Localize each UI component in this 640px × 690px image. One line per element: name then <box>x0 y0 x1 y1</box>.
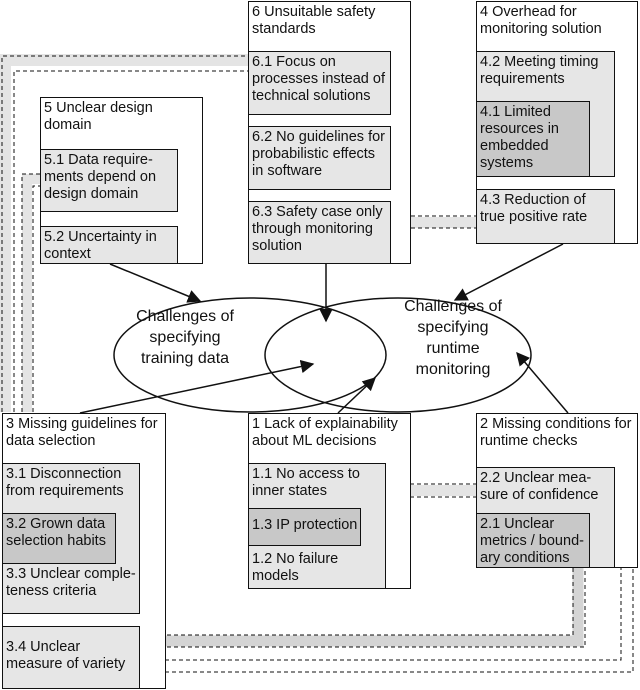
group-5-title: 5 Unclear design domain <box>44 100 153 133</box>
item-2-1-text: 2.1 Unclear metrics / bound- ary conditi… <box>480 516 584 566</box>
item-3-2: 3.2 Grown data selection habits <box>2 513 116 564</box>
item-5-1-text: 5.1 Data require- ments depend on design… <box>44 152 157 202</box>
item-5-2: 5.2 Uncertainty in context <box>40 226 178 264</box>
item-4-3: 4.3 Reduction of true positive rate <box>476 189 615 244</box>
label-runtime-monitoring: Challenges of specifying runtime monitor… <box>404 298 502 378</box>
arrow-4-to-runtime <box>453 243 564 301</box>
item-4-2-text: 4.2 Meeting timing requirements <box>480 54 599 87</box>
item-1-3: 1.3 IP protection <box>248 508 361 546</box>
item-6-3: 6.3 Safety case only through monitoring … <box>248 201 391 264</box>
item-3-3-text: 3.3 Unclear comple- teness criteria <box>6 566 136 599</box>
dashed-link-5-1-to-3 <box>21 173 40 412</box>
group-1-title: 1 Lack of explainability about ML decisi… <box>252 416 398 449</box>
item-2-1: 2.1 Unclear metrics / bound- ary conditi… <box>476 513 590 568</box>
item-5-2-text: 5.2 Uncertainty in context <box>44 229 157 262</box>
item-4-3-text: 4.3 Reduction of true positive rate <box>480 192 588 225</box>
item-3-4-text: 3.4 Unclear measure of variety <box>6 639 126 672</box>
arrow-3-to-overlap <box>79 359 315 414</box>
item-1-2-text: 1.2 No failure models <box>252 551 339 584</box>
dashed-link-1-1-to-2-2 <box>410 483 476 498</box>
label-training-data: Challenges of specifying training data <box>136 308 234 367</box>
item-5-1: 5.1 Data require- ments depend on design… <box>40 149 178 212</box>
item-6-2: 6.2 No guidelines for probabilistic effe… <box>248 126 391 190</box>
item-6-2-text: 6.2 No guidelines for probabilistic effe… <box>252 129 385 179</box>
item-6-3-text: 6.3 Safety case only through monitoring … <box>252 204 383 254</box>
item-3-2-text: 3.2 Grown data selection habits <box>6 516 106 549</box>
item-3-4: 3.4 Unclear measure of variety <box>2 626 140 689</box>
item-6-1-text: 6.1 Focus on processes instead of techni… <box>252 54 385 104</box>
group-4-title: 4 Overhead for monitoring solution <box>480 4 602 37</box>
group-3-title: 3 Missing guidelines for data selection <box>6 416 158 449</box>
group-2-title: 2 Missing conditions for runtime checks <box>480 416 632 449</box>
group-6-title: 6 Unsuitable safety standards <box>252 4 376 37</box>
diagram-canvas: Challenges of specifying training data C… <box>0 0 640 690</box>
item-4-1: 4.1 Limited resources in embedded system… <box>476 101 590 177</box>
item-1-3-text: 1.3 IP protection <box>252 517 358 533</box>
arrow-1-to-overlap <box>337 377 376 414</box>
item-3-1-text: 3.1 Disconnection from requirements <box>6 466 124 499</box>
item-2-2-text: 2.2 Unclear mea- sure of confidence <box>480 470 599 503</box>
item-6-1: 6.1 Focus on processes instead of techni… <box>248 51 391 115</box>
item-4-1-text: 4.1 Limited resources in embedded system… <box>480 104 559 171</box>
arrow-5-to-training <box>109 263 202 303</box>
item-1-1-text: 1.1 No access to inner states <box>252 466 360 499</box>
